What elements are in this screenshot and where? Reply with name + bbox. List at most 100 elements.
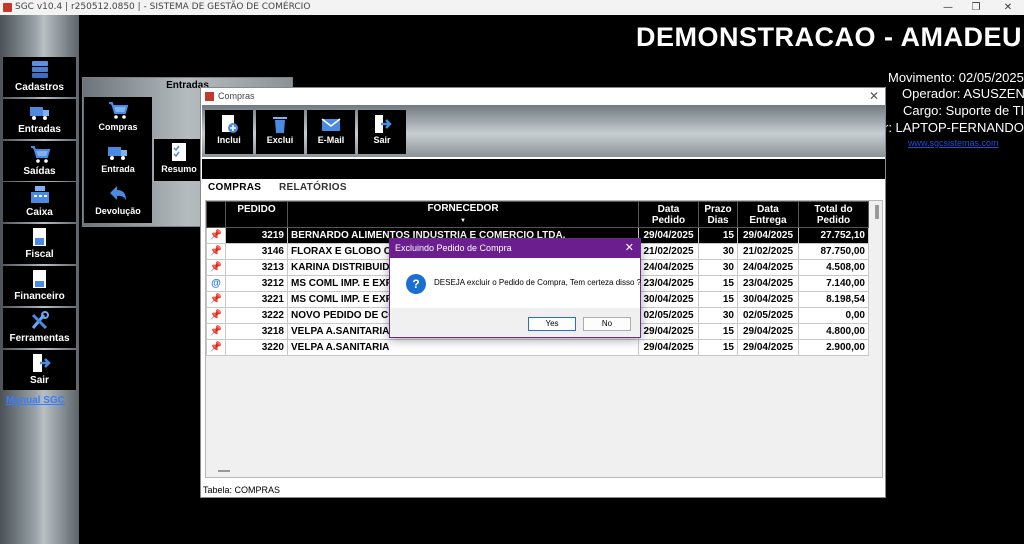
status-bar: Tabela: COMPRAS [203,485,281,495]
report-icon [32,270,46,288]
sidebar-item-ferramentas[interactable]: Ferramentas [3,308,76,348]
operator-role: Cargo: Suporte de TI [903,103,1024,118]
document-icon [32,228,46,246]
compras-window-title: Compras [218,91,255,101]
manual-sgc-link[interactable]: Manual SGC [6,395,65,406]
cell-data-entrega: 21/02/2025 [737,243,799,260]
entradas-item-compras[interactable]: Compras [84,97,152,139]
dialog-body: ? DESEJA excluir o Pedido de Compra, Tem… [390,258,642,308]
dialog-close-button[interactable]: ✕ [625,239,634,258]
cell-data-entrega: 23/04/2025 [737,275,799,292]
cash-register-icon [30,186,49,203]
cart-icon [30,146,50,163]
dialog-message: DESEJA excluir o Pedido de Compra, Tem c… [434,278,642,287]
cell-data-entrega: 29/04/2025 [737,339,799,356]
header-label: Data [657,203,680,215]
sidebar-item-label: Financeiro [14,291,65,302]
entradas-item-entrada[interactable]: Entrada [84,139,152,181]
sair-button[interactable]: Sair [358,110,406,154]
email-icon [321,118,341,131]
scrollbar-thumb[interactable] [875,205,879,219]
compras-close-button[interactable]: ✕ [869,88,879,105]
tab-compras[interactable]: COMPRAS [208,182,261,193]
cell-pedido: 3146 [225,243,288,260]
pin-icon: 📌 [206,227,226,244]
header-label: PEDIDO [237,204,276,215]
entradas-item-label: Devolução [95,206,141,216]
exclui-button[interactable]: Exclui [256,110,304,154]
cell-pedido: 3219 [225,227,288,244]
sidebar-item-entradas[interactable]: Entradas [3,99,76,139]
exit-icon [32,354,51,372]
cell-data-pedido: 29/04/2025 [638,323,699,340]
yes-button[interactable]: Yes [528,317,576,331]
toolbar-label: Exclui [266,135,294,145]
col-pedido-header[interactable]: PEDIDO [225,201,288,228]
cell-prazo: 30 [698,307,738,324]
entradas-item-resumo[interactable]: Resumo [154,139,204,181]
new-document-icon [222,115,238,133]
sidebar-item-saidas[interactable]: Saídas [3,141,76,181]
col-prazo-header[interactable]: Prazo Dias [698,201,738,228]
operator-name: Operador: ASUSZEN [902,86,1024,101]
pin-icon: 📌 [206,243,226,260]
sidebar-item-label: Sair [30,375,49,386]
exit-icon [375,115,392,133]
pin-icon: 📌 [206,323,226,340]
main-sidebar: Cadastros Entradas Saídas Caixa Fiscal F… [0,15,79,544]
grid-horizontal-scrollbar[interactable] [218,470,230,472]
cell-data-entrega: 02/05/2025 [737,307,799,324]
app-icon [3,3,12,12]
sidebar-item-cadastros[interactable]: Cadastros [3,57,76,97]
cell-prazo: 15 [698,227,738,244]
header-label: Prazo [704,203,732,215]
cell-pedido: 3212 [225,275,288,292]
filter-bar [202,159,885,179]
cell-total: 0,00 [798,307,869,324]
col-total-header[interactable]: Total do Pedido [798,201,869,228]
sidebar-item-label: Saídas [23,166,56,177]
cell-total: 87.750,00 [798,243,869,260]
cell-total: 8.198,54 [798,291,869,308]
sidebar-item-label: Ferramentas [9,333,70,344]
sidebar-item-financeiro[interactable]: Financeiro [3,266,76,306]
header-label: FORNECEDOR [427,202,499,214]
cell-pedido: 3218 [225,323,288,340]
entradas-item-devolucao[interactable]: Devolução [84,181,152,223]
close-window-button[interactable]: ✕ [994,0,1022,15]
computer-name: r: LAPTOP-FERNANDO [884,120,1024,135]
col-data-entrega-header[interactable]: Data Entrega [737,201,799,228]
header-label: Dias [707,214,729,226]
minimize-button[interactable]: — [934,0,962,15]
cell-total: 4.800,00 [798,323,869,340]
col-data-pedido-header[interactable]: Data Pedido [638,201,699,228]
col-status-header [206,201,226,228]
table-row[interactable]: 📌 3220 VELPA A.SANITARIA 29/04/2025 15 29/04/… [206,339,869,356]
entradas-item-label: Entrada [101,164,135,174]
compras-tabs: COMPRAS RELATÓRIOS [202,180,885,198]
sidebar-item-sair[interactable]: Sair [3,350,76,390]
toolbar-label: Sair [373,135,391,145]
cell-data-pedido: 21/02/2025 [638,243,699,260]
tab-relatorios[interactable]: RELATÓRIOS [279,182,347,193]
website-link[interactable]: www.sgcsistemas.com [908,138,999,148]
question-icon: ? [406,274,426,294]
cell-prazo: 30 [698,259,738,276]
restore-button[interactable]: ❐ [962,0,990,15]
sidebar-item-label: Entradas [18,124,61,135]
movimento-date: Movimento: 02/05/2025 [888,70,1024,85]
at-sign-icon: @ [206,275,226,292]
grid-vertical-scrollbar[interactable] [872,201,882,477]
sidebar-item-caixa[interactable]: Caixa [3,182,76,222]
cell-data-entrega: 29/04/2025 [737,227,799,244]
email-button[interactable]: E-Mail [307,110,355,154]
col-fornecedor-header[interactable]: FORNECEDOR ▼ [287,201,639,228]
header-label: Total do [814,203,853,215]
inclui-button[interactable]: Inclui [205,110,253,154]
cell-data-pedido: 24/04/2025 [638,259,699,276]
compras-window-titlebar: Compras ✕ [201,88,885,105]
cell-total: 27.752,10 [798,227,869,244]
sidebar-item-fiscal[interactable]: Fiscal [3,224,76,264]
cell-total: 2.900,00 [798,339,869,356]
no-button[interactable]: No [583,317,631,331]
